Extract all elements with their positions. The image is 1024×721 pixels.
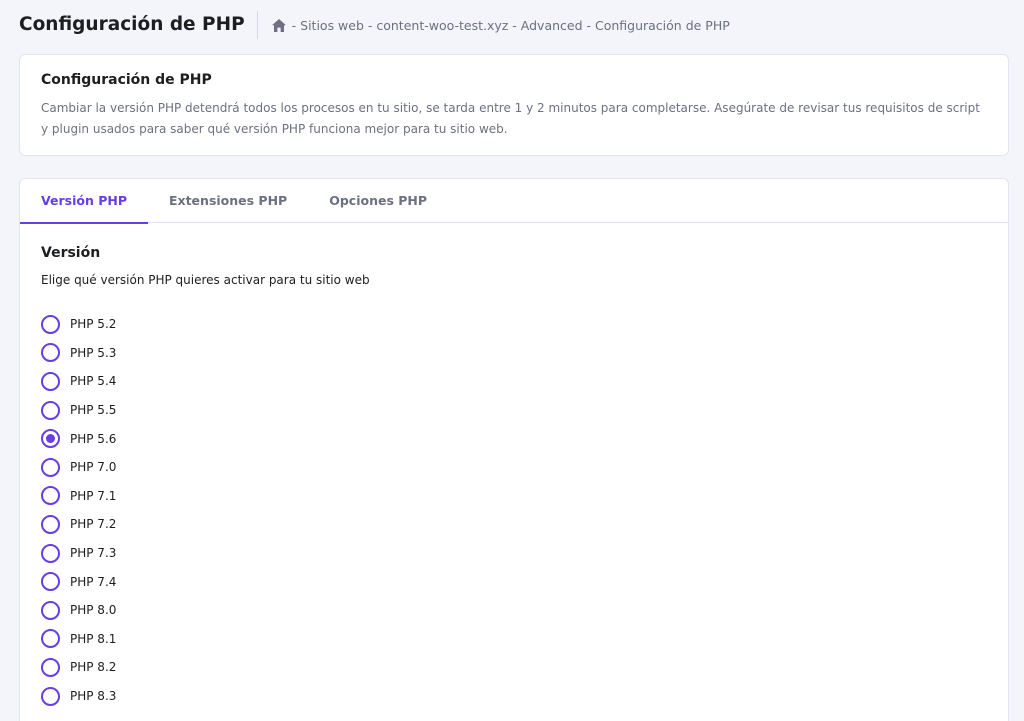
version-option[interactable]: PHP 7.4 <box>41 567 987 596</box>
version-option[interactable]: PHP 5.3 <box>41 339 987 368</box>
radio-button[interactable] <box>41 629 60 649</box>
radio-button[interactable] <box>41 600 60 620</box>
radio-button[interactable] <box>41 457 60 477</box>
radio-button[interactable] <box>41 543 60 563</box>
radio-button[interactable] <box>41 429 60 449</box>
tab-php-version[interactable]: Versión PHP <box>20 179 148 224</box>
radio-button[interactable] <box>41 514 60 534</box>
version-option[interactable]: PHP 7.2 <box>41 510 987 539</box>
version-option-label: PHP 7.0 <box>70 460 117 475</box>
version-option-label: PHP 7.4 <box>70 574 117 589</box>
version-option-label: PHP 7.3 <box>70 546 117 561</box>
version-option-label: PHP 5.5 <box>70 403 117 418</box>
version-option[interactable]: PHP 7.3 <box>41 539 987 568</box>
php-settings-card: Versión PHP Extensiones PHP Opciones PHP… <box>19 178 1009 721</box>
info-card-title: Configuración de PHP <box>41 72 212 88</box>
version-option[interactable]: PHP 7.0 <box>41 453 987 482</box>
version-option[interactable]: PHP 8.2 <box>41 653 987 682</box>
version-radio-list: PHP 5.2 PHP 5.3 PHP 5.4 PHP 5.5 PHP 5.6 PHP 7… <box>41 310 987 710</box>
tab-bar: Versión PHP Extensiones PHP Opciones PHP <box>20 179 1008 224</box>
breadcrumb-trail[interactable]: - Sitios web - content-woo-test.xyz - Ad… <box>292 18 730 33</box>
version-option-label: PHP 8.2 <box>70 660 117 675</box>
version-title: Versión <box>41 245 101 261</box>
radio-button[interactable] <box>41 657 60 677</box>
radio-button[interactable] <box>41 343 60 363</box>
version-option[interactable]: PHP 8.0 <box>41 596 987 625</box>
info-card: Configuración de PHP Cambiar la versión … <box>19 54 1009 156</box>
version-option[interactable]: PHP 8.1 <box>41 625 987 654</box>
version-option-label: PHP 7.1 <box>70 488 117 503</box>
version-option-label: PHP 5.2 <box>70 317 117 332</box>
tab-php-options[interactable]: Opciones PHP <box>308 179 448 223</box>
version-option-label: PHP 8.0 <box>70 603 117 618</box>
home-icon[interactable] <box>271 18 286 32</box>
page-title: Configuración de PHP <box>19 11 258 39</box>
radio-button[interactable] <box>41 486 60 506</box>
tab-php-extensions[interactable]: Extensiones PHP <box>148 179 308 223</box>
version-option[interactable]: PHP 5.6 <box>41 424 987 453</box>
version-option[interactable]: PHP 8.3 <box>41 682 987 711</box>
version-option-label: PHP 5.4 <box>70 374 117 389</box>
radio-button[interactable] <box>41 314 60 334</box>
radio-button[interactable] <box>41 686 60 706</box>
page-header: Configuración de PHP - Sitios web - cont… <box>19 11 730 39</box>
version-option[interactable]: PHP 5.4 <box>41 367 987 396</box>
radio-dot-icon <box>46 434 55 444</box>
radio-button[interactable] <box>41 572 60 592</box>
version-description: Elige qué versión PHP quieres activar pa… <box>41 273 370 287</box>
info-card-text: Cambiar la versión PHP detendrá todos lo… <box>41 101 980 136</box>
version-option[interactable]: PHP 5.2 <box>41 310 987 339</box>
version-option-label: PHP 7.2 <box>70 517 117 532</box>
version-option-label: PHP 5.6 <box>70 431 117 446</box>
version-option-label: PHP 8.3 <box>70 689 117 704</box>
radio-button[interactable] <box>41 371 60 391</box>
version-option-label: PHP 5.3 <box>70 345 117 360</box>
version-option[interactable]: PHP 7.1 <box>41 482 987 511</box>
radio-button[interactable] <box>41 400 60 420</box>
version-option-label: PHP 8.1 <box>70 631 117 646</box>
breadcrumb: - Sitios web - content-woo-test.xyz - Ad… <box>271 18 730 33</box>
version-section: Versión Elige qué versión PHP quieres ac… <box>20 223 1008 710</box>
version-option[interactable]: PHP 5.5 <box>41 396 987 425</box>
